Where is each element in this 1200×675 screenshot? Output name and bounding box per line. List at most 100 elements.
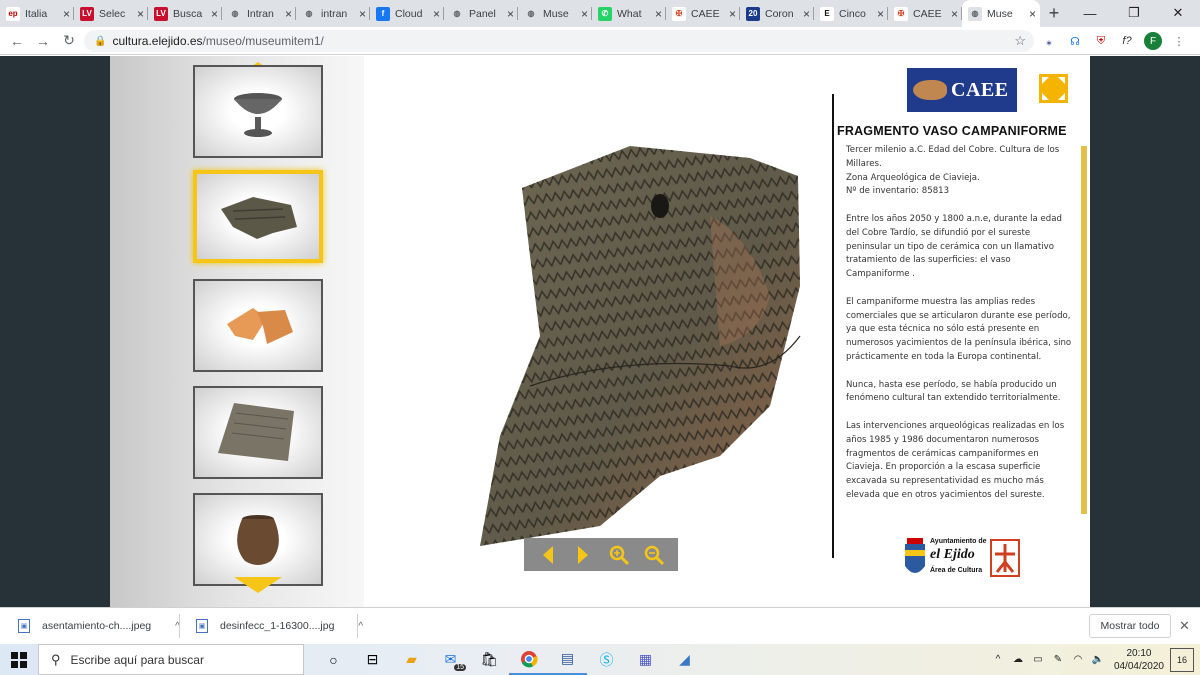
- browser-tab[interactable]: ◍ intran ×: [296, 0, 370, 27]
- cloud-icon[interactable]: ☁: [1010, 654, 1026, 665]
- thumb-vasija[interactable]: [193, 493, 323, 586]
- pen-icon[interactable]: ✎: [1050, 654, 1066, 665]
- thumb-copa[interactable]: [193, 65, 323, 158]
- wifi-icon[interactable]: ◠: [1070, 654, 1086, 665]
- extension-icon-4[interactable]: f?: [1118, 32, 1136, 50]
- rotate-right-icon[interactable]: [570, 542, 596, 568]
- bookmark-star-icon[interactable]: ☆: [1014, 33, 1026, 49]
- artifact-viewer[interactable]: [470, 136, 820, 556]
- extension-icon-1[interactable]: ⁎: [1040, 32, 1058, 50]
- thumb-placa[interactable]: [193, 386, 323, 479]
- start-button[interactable]: [0, 644, 38, 675]
- store-icon[interactable]: 🛍: [470, 644, 509, 675]
- tab-close-icon[interactable]: ×: [285, 7, 292, 21]
- task-view-icon[interactable]: ⊟: [353, 644, 392, 675]
- extension-icon-2[interactable]: ☊: [1066, 32, 1084, 50]
- zoom-in-icon[interactable]: [606, 542, 632, 568]
- teams-icon[interactable]: ▦: [626, 644, 665, 675]
- tab-close-icon[interactable]: ×: [433, 7, 440, 21]
- download-item[interactable]: ▣ desinfecc_1-16300....jpg ^: [196, 608, 363, 644]
- tab-close-icon[interactable]: ×: [359, 7, 366, 21]
- tab-close-icon[interactable]: ×: [1029, 7, 1036, 21]
- windows-taskbar: ⚲ Escribe aquí para buscar ○ ⊟ ▰ ✉ 15 🛍 ▤…: [0, 644, 1200, 675]
- url-input[interactable]: 🔒 cultura.elejido.es/museo/museumitem1/ …: [84, 30, 1034, 52]
- maximize-button[interactable]: ❐: [1112, 0, 1156, 26]
- browser-tab[interactable]: ◍ Intran ×: [222, 0, 296, 27]
- back-icon[interactable]: ←: [4, 33, 30, 49]
- extension-icon-3[interactable]: ⛨: [1092, 32, 1110, 50]
- chevron-up-icon[interactable]: ^: [358, 621, 363, 632]
- profile-avatar[interactable]: F: [1144, 32, 1162, 50]
- browser-tab[interactable]: 20 Coron ×: [740, 0, 814, 27]
- scroll-down-arrow-icon[interactable]: [234, 577, 282, 593]
- tab-close-icon[interactable]: ×: [877, 7, 884, 21]
- browser-tab[interactable]: ◍ Muse ×: [518, 0, 592, 27]
- app-icon[interactable]: ◢: [665, 644, 704, 675]
- rotate-left-icon[interactable]: [535, 542, 561, 568]
- tab-close-icon[interactable]: ×: [951, 7, 958, 21]
- skype-icon[interactable]: Ⓢ: [587, 644, 626, 675]
- tab-label: Muse: [987, 7, 1013, 20]
- menu-kebab-icon[interactable]: ⋮: [1170, 32, 1188, 50]
- browser-tab[interactable]: LV Selec ×: [74, 0, 148, 27]
- image-file-icon: ▣: [196, 619, 208, 633]
- browser-tab[interactable]: ✠ CAEE ×: [666, 0, 740, 27]
- clock-date: 04/04/2020: [1113, 660, 1164, 672]
- ayuntamiento-logo: Ayuntamiento de el Ejido Área de Cultura: [903, 536, 1023, 582]
- clock[interactable]: 20:10 04/04/2020: [1114, 647, 1164, 673]
- browser-tab[interactable]: f Cloud ×: [370, 0, 444, 27]
- tab-label: CAEE: [691, 7, 720, 20]
- volume-icon[interactable]: 🔈: [1090, 654, 1106, 665]
- notification-center-icon[interactable]: 16: [1170, 647, 1194, 672]
- zoom-out-icon[interactable]: [641, 542, 667, 568]
- tab-label: Italia: [25, 7, 48, 20]
- lock-icon[interactable]: 🔒: [94, 36, 106, 47]
- download-filename: asentamiento-ch....jpeg: [42, 620, 152, 632]
- browser-tab[interactable]: ep Italia ×: [0, 0, 74, 27]
- browser-tab[interactable]: ◍ Panel ×: [444, 0, 518, 27]
- description-paragraph: Entre los años 2050 y 1800 a.n.e, durant…: [846, 213, 1062, 280]
- fullscreen-button[interactable]: [1039, 74, 1068, 103]
- tab-close-icon[interactable]: ×: [63, 7, 70, 21]
- caee-logo-text: CAEE: [951, 78, 1009, 101]
- show-all-downloads-button[interactable]: Mostrar todo: [1089, 614, 1171, 638]
- cortana-icon[interactable]: ○: [314, 644, 353, 675]
- browser-tab[interactable]: LV Busca ×: [148, 0, 222, 27]
- tab-close-icon[interactable]: ×: [507, 7, 514, 21]
- search-placeholder: Escribe aquí para buscar: [70, 652, 204, 667]
- tab-close-icon[interactable]: ×: [729, 7, 736, 21]
- tab-close-icon[interactable]: ×: [803, 7, 810, 21]
- tab-favicon-icon: ◍: [968, 6, 982, 21]
- tab-close-icon[interactable]: ×: [211, 7, 218, 21]
- tab-favicon-icon: ◍: [450, 6, 464, 21]
- chrome-icon[interactable]: [509, 644, 548, 675]
- tab-favicon-icon: ◍: [302, 6, 316, 21]
- footer-logo-line3: Área de Cultura: [930, 567, 983, 574]
- minimize-button[interactable]: —: [1068, 0, 1112, 26]
- battery-icon[interactable]: ▭: [1030, 654, 1046, 665]
- thumb-ceramica-naranja[interactable]: [193, 279, 323, 372]
- mail-icon[interactable]: ✉ 15: [431, 644, 470, 675]
- browser-tab[interactable]: E Cinco ×: [814, 0, 888, 27]
- description-scrollbar[interactable]: [1081, 146, 1087, 514]
- close-icon[interactable]: ✕: [1179, 618, 1190, 634]
- file-explorer-icon[interactable]: ▰: [392, 644, 431, 675]
- close-window-button[interactable]: ✕: [1156, 0, 1200, 26]
- lamp-icon: [913, 80, 947, 100]
- word-icon[interactable]: ▤: [548, 644, 587, 675]
- thumb-fragmento[interactable]: [193, 170, 323, 263]
- browser-tab[interactable]: ◍ Muse ×: [962, 0, 1040, 27]
- reload-icon[interactable]: ↻: [56, 32, 82, 49]
- tab-close-icon[interactable]: ×: [137, 7, 144, 21]
- new-tab-button[interactable]: +: [1040, 0, 1068, 27]
- browser-tab[interactable]: ✠ CAEE ×: [888, 0, 962, 27]
- forward-icon[interactable]: →: [30, 33, 56, 49]
- tab-close-icon[interactable]: ×: [655, 7, 662, 21]
- download-item[interactable]: ▣ asentamiento-ch....jpeg ^: [18, 608, 180, 644]
- taskbar-search-input[interactable]: ⚲ Escribe aquí para buscar: [38, 644, 304, 675]
- tab-favicon-icon: ◍: [524, 6, 538, 21]
- chevron-up-icon[interactable]: ^: [990, 654, 1006, 665]
- tab-close-icon[interactable]: ×: [581, 7, 588, 21]
- description-paragraph: Las intervenciones arqueológicas realiza…: [846, 420, 1065, 500]
- browser-tab[interactable]: ✆ What ×: [592, 0, 666, 27]
